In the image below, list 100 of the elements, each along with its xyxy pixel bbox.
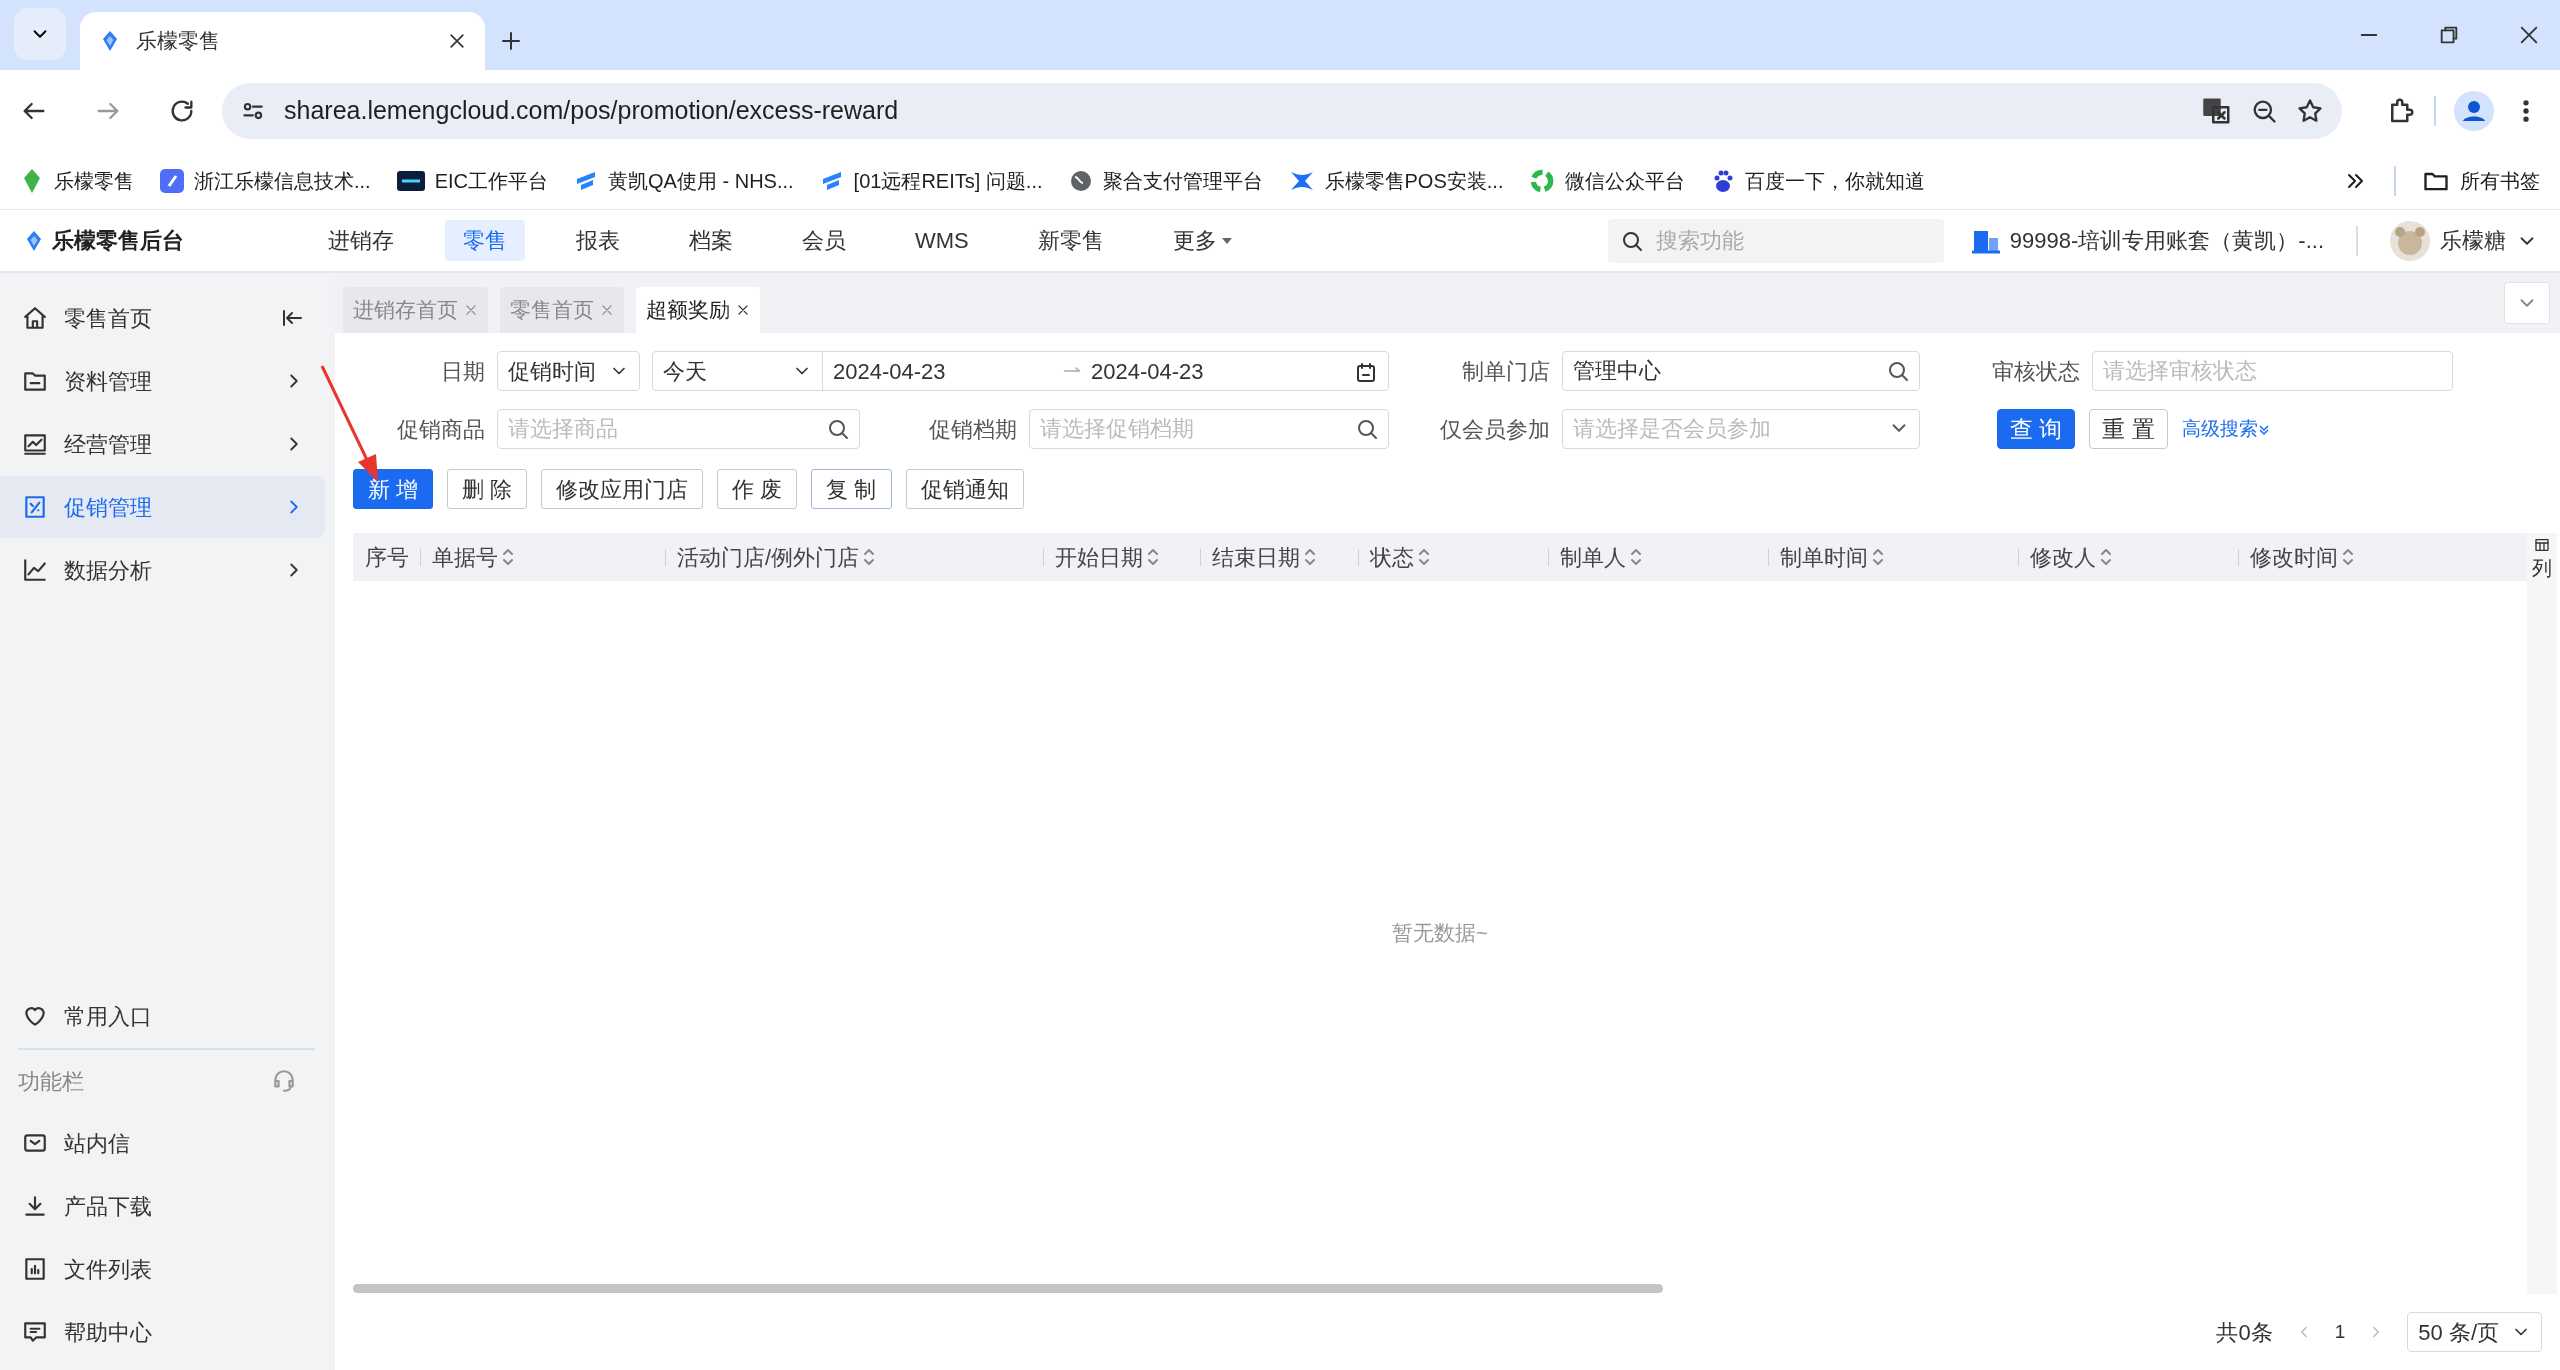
coupon-icon [22,494,48,520]
sort-icon[interactable] [1630,547,1642,567]
nav-item[interactable]: 零售 [445,220,525,261]
profile-icon[interactable] [2454,91,2494,131]
nav-item[interactable]: 新零售 [1019,220,1122,261]
query-button[interactable]: 查 询 [1997,409,2076,449]
advanced-search-link[interactable]: 高级搜索 [2181,414,2270,444]
input-field[interactable]: 请选择是否会员参加 [1562,409,1920,449]
sidebar-item[interactable]: 帮助中心 [0,1301,325,1363]
sort-icon[interactable] [1872,547,1884,567]
sort-icon[interactable] [1304,547,1316,567]
field-label: 仅会员参加 [1440,415,1550,444]
sidebar-item[interactable]: 产品下载 [0,1175,325,1237]
nav-item[interactable]: 报表 [558,220,638,261]
bookmark[interactable]: 乐檬零售POS安装... [1288,165,1504,196]
sort-icon[interactable] [863,547,876,567]
column-header[interactable]: 开始日期 [1055,540,1143,574]
sidebar-item[interactable]: 站内信 [0,1112,325,1174]
headset-icon[interactable] [271,1068,297,1094]
sidebar-item[interactable]: 资料管理 [0,350,325,412]
column-header[interactable]: 单据号 [432,540,498,574]
column-header[interactable]: 制单人 [1560,540,1626,574]
sidebar-item[interactable]: 文件列表 [0,1238,325,1300]
column-header[interactable]: 状态 [1370,540,1414,574]
action-button[interactable]: 促销通知 [905,469,1024,509]
column-header[interactable]: 修改人 [2030,540,2096,574]
monitor-chart-icon [22,431,48,457]
field-label: 制单门店 [1462,357,1550,386]
address-bar[interactable]: sharea.lemengcloud.com/pos/promotion/excess-reward [222,83,2342,139]
bookmark-folder[interactable]: 所有书签 [2422,165,2540,196]
badge-icon [396,170,425,191]
sidebar-item[interactable]: 零售首页 [0,287,325,349]
sidebar-item[interactable]: 经营管理 [0,413,325,475]
account-name[interactable]: 99998-培训专用账套（黄凯）-... [2009,224,2324,257]
nav-item[interactable]: WMS [897,220,987,261]
bookmark[interactable]: 浙江乐檬信息技术... [160,165,371,196]
page-size-select[interactable]: 50 条/页 [2407,1312,2542,1352]
sort-icon[interactable] [502,547,514,567]
input-field[interactable]: 请选择商品 [497,409,860,449]
bookmark[interactable]: 聚合支付管理平台 [1068,165,1263,196]
column-header[interactable]: 结束日期 [1212,540,1300,574]
page-number[interactable]: 1 [2334,1317,2346,1347]
column-header[interactable]: 活动门店/例外门店 [677,540,860,574]
url-text: sharea.lemengcloud.com/pos/promotion/excess-reward [284,95,900,127]
bookmark[interactable]: 百度一下，你就知道 [1711,165,1926,196]
column-header[interactable]: 修改时间 [2250,540,2338,574]
nav-item[interactable]: 进销存 [310,220,412,261]
input-field[interactable]: 请选择促销档期 [1029,409,1389,449]
user-name[interactable]: 乐檬糖 [2440,224,2506,257]
column-settings-button[interactable]: 列 [2527,533,2557,1294]
field-label: 促销档期 [929,415,1017,444]
brand-name: 乐檬零售后台 [52,227,184,255]
translate-icon[interactable] [2202,96,2232,126]
bookmark[interactable]: EIC工作平台 [396,165,548,196]
action-button[interactable]: 作 废 [717,469,798,509]
date-value[interactable]: 2024-04-23 [823,354,1063,388]
close-icon[interactable] [736,303,750,317]
field-label: 审核状态 [1992,357,2080,386]
bookmark[interactable]: [01远程REITs] 问题... [819,165,1043,196]
reset-button[interactable]: 重 置 [2089,409,2168,449]
sidebar-item[interactable]: 数据分析 [0,539,325,601]
swirl-icon [1529,167,1556,194]
search-icon [1886,359,1910,383]
calendar-icon[interactable] [1354,360,1378,385]
select-field[interactable]: 促销时间 [497,351,640,391]
close-icon[interactable] [447,31,467,51]
search-field[interactable]: 搜索功能 [1607,218,1944,263]
field-label: 日期 [441,357,485,386]
scrollbar-thumb[interactable] [353,1284,1663,1293]
action-button[interactable]: 删 除 [447,469,528,509]
input-field[interactable]: 管理中心 [1562,351,1920,391]
star-icon[interactable] [2296,97,2324,125]
close-icon[interactable] [2518,24,2540,46]
restore-icon[interactable] [2438,24,2460,46]
search-icon [826,417,850,441]
columns-icon [2534,537,2550,553]
sort-icon[interactable] [2342,547,2354,567]
sort-icon[interactable] [1147,547,1159,567]
sidebar-item[interactable]: 促销管理 [0,476,325,538]
input-field[interactable]: 请选择审核状态 [2092,351,2453,391]
sort-icon[interactable] [1418,547,1430,567]
action-button[interactable]: 修改应用门店 [541,469,704,509]
bookmark[interactable]: 乐檬零售 [20,165,134,196]
tab-title: 乐檬零售 [136,28,221,55]
nav-item[interactable]: 会员 [784,220,864,261]
app-icon [160,168,184,193]
browser-tab[interactable]: 乐檬零售 [80,12,485,70]
column-header[interactable]: 制单时间 [1780,540,1868,574]
sort-icon[interactable] [2100,547,2112,567]
action-button[interactable]: 复 制 [811,469,892,509]
bookmark[interactable]: 黄凯QA使用 - NHS... [574,165,794,196]
favorites-item[interactable]: 常用入口 [0,985,325,1047]
bookmark[interactable]: 微信公众平台 [1529,165,1686,196]
date-value[interactable]: 2024-04-23 [1081,354,1354,388]
nav-item[interactable]: 更多 [1154,220,1251,261]
section-title: 功能栏 [18,1067,84,1096]
action-button[interactable]: 新 增 [353,469,434,509]
page-tab[interactable]: 超额奖励 [636,287,760,333]
nav-item[interactable]: 档案 [671,220,751,261]
select-field[interactable]: 今天 [653,352,823,390]
